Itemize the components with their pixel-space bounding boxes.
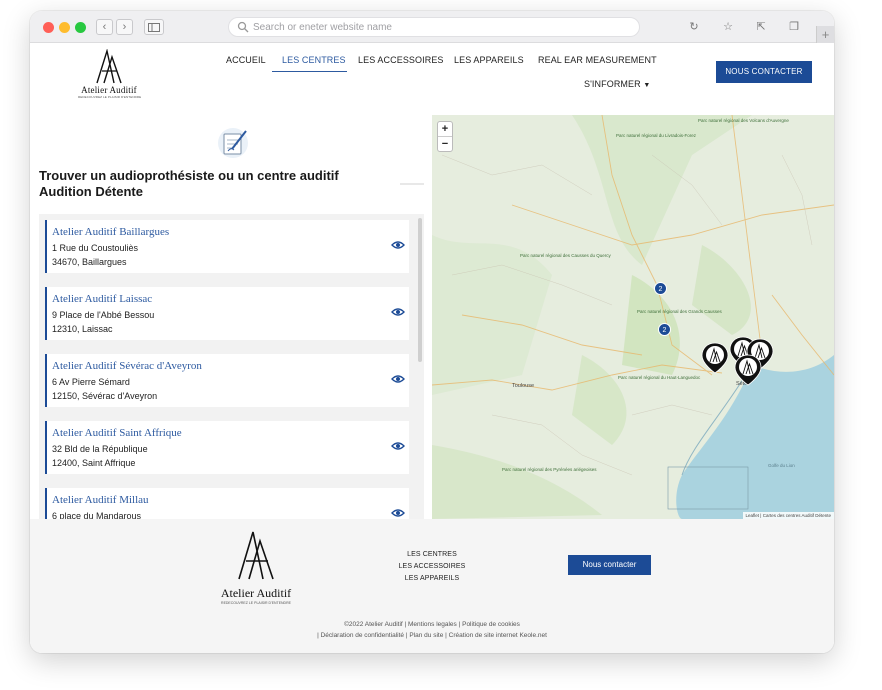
map-label: Parc naturel régional du Livradois-Forez [616,133,697,138]
footer-logo[interactable]: Atelier Auditif REDECOUVREZ LE PLAISIR D… [208,529,304,605]
site-logo[interactable]: Atelier Auditif REDECOUVREZ LE PLAISIR D… [78,49,142,101]
nav-sinformer-label: S'INFORMER [584,79,641,89]
centers-map[interactable]: + − Parc naturel régional des Volcans d'… [432,115,834,519]
tabs-icon[interactable]: ❐ [786,19,802,35]
close-window-button[interactable] [43,22,54,33]
reload-icon[interactable]: ↻ [686,19,702,35]
sitemap-link[interactable]: Plan du site [409,632,443,639]
nav-les-centres[interactable]: LES CENTRES [282,55,346,65]
center-name[interactable]: Atelier Auditif Baillargues [52,226,169,238]
brand-tagline: REDECOUVREZ LE PLAISIR D'ENTENDRE [78,95,142,99]
view-on-map-eye-icon[interactable] [391,307,405,317]
center-name[interactable]: Atelier Auditif Sévérac d'Aveyron [52,360,202,372]
center-name[interactable]: Atelier Auditif Millau [52,494,149,506]
back-icon[interactable]: ‹ [96,19,113,35]
credits-link[interactable]: Création de site internet Keole.net [449,632,547,639]
browser-toolbar: ‹ › ↻ ☆ ⇱ ❐ + [30,11,834,43]
map-label: Parc naturel régional du Haut-Languedoc [618,375,701,380]
address-bar[interactable] [228,17,640,37]
view-on-map-eye-icon[interactable] [391,508,405,518]
share-icon[interactable]: ⇱ [753,19,769,35]
note-writing-icon [218,128,248,158]
center-city: 12400, Saint Affrique [52,458,136,468]
browser-window: ‹ › ↻ ☆ ⇱ ❐ + Atelier Auditif REDECOUVRE… [30,11,834,653]
center-street: 6 Av Pierre Sémard [52,377,130,387]
zoom-control: + − [437,121,453,152]
footer-link-accessoires[interactable]: LES ACCESSOIRES [390,561,474,573]
zoom-in-button[interactable]: + [438,122,452,136]
forward-icon[interactable]: › [116,19,133,35]
privacy-link[interactable]: Déclaration de confidentialité [321,632,404,639]
map-label: Parc naturel régional des Pyrénées ariég… [502,467,597,472]
site-footer: Atelier Auditif REDECOUVREZ LE PLAISIR D… [30,519,834,653]
logo-mark-icon [238,531,274,580]
website: Atelier Auditif REDECOUVREZ LE PLAISIR D… [30,43,834,653]
footer-link-centres[interactable]: LES CENTRES [390,549,474,561]
center-street: 9 Place de l'Abbé Bessou [52,310,155,320]
active-nav-underline [272,71,347,72]
nav-sinformer[interactable]: S'INFORMER ▼ [584,79,650,89]
divider [400,183,424,185]
contact-button[interactable]: NOUS CONTACTER [716,61,812,83]
bookmark-icon[interactable]: ☆ [720,19,736,35]
legal-mentions-link[interactable]: Mentions legales [408,621,457,628]
view-on-map-eye-icon[interactable] [391,240,405,250]
nav-les-appareils[interactable]: LES APPAREILS [454,55,524,65]
list-scrollbar[interactable] [418,218,422,362]
address-input[interactable] [253,20,623,35]
footer-brand-tagline: REDECOUVREZ LE PLAISIR D'ENTENDRE [221,601,291,605]
search-icon [237,21,249,33]
copyright-text: ©2022 Atelier Auditif [344,621,403,628]
brand-name: Atelier Auditif [81,85,137,95]
center-finder: Trouver un audioprothésiste ou un centre… [30,115,432,519]
map-tiles [432,115,834,519]
minimize-window-button[interactable] [59,22,70,33]
sidebar-icon[interactable] [144,19,164,35]
center-list[interactable]: Atelier Auditif Baillargues 1 Rue du Cou… [39,214,424,519]
footer-links: LES CENTRES LES ACCESSOIRES LES APPAREIL… [390,549,474,585]
new-tab-icon[interactable]: + [816,26,834,43]
center-card[interactable]: Atelier Auditif Laissac 9 Place de l'Abb… [45,287,409,340]
view-on-map-eye-icon[interactable] [391,441,405,451]
center-street: 6 place du Mandarous [52,511,142,519]
map-cluster-marker[interactable]: 2 [658,323,671,336]
nav-real-ear-measurement[interactable]: REAL EAR MEASUREMENT [538,55,657,65]
center-card[interactable]: Atelier Auditif Baillargues 1 Rue du Cou… [45,220,409,273]
map-pin-icon[interactable] [701,342,729,374]
center-name[interactable]: Atelier Auditif Saint Affrique [52,427,182,439]
center-city: 12150, Sévérac d'Aveyron [52,391,158,401]
map-cluster-marker[interactable]: 2 [654,282,667,295]
map-label: Golfe du Lion [768,463,795,468]
finder-title-line2: Audition Détente [39,184,143,199]
nav-accueil[interactable]: ACCUEIL [226,55,266,65]
center-card[interactable]: Atelier Auditif Sévérac d'Aveyron 6 Av P… [45,354,409,407]
footer-contact-button[interactable]: Nous contacter [568,555,651,575]
maximize-window-button[interactable] [75,22,86,33]
center-pins [701,336,774,386]
map-label: Parc naturel régional des Causses du Que… [520,253,611,258]
caret-down-icon: ▼ [643,82,651,89]
center-card[interactable]: Atelier Auditif Millau 6 place du Mandar… [45,488,409,519]
zoom-out-button[interactable]: − [438,136,452,150]
map-city-label: Toulouse [512,383,535,389]
finder-title: Trouver un audioprothésiste ou un centre… [39,168,359,200]
view-on-map-eye-icon[interactable] [391,374,405,384]
map-label: Parc naturel régional des Grands Causses [637,309,722,314]
center-city: 34670, Baillargues [52,257,127,267]
center-name[interactable]: Atelier Auditif Laissac [52,293,152,305]
footer-link-appareils[interactable]: LES APPAREILS [390,573,474,585]
center-street: 1 Rue du Coustouliès [52,243,139,253]
center-city: 12310, Laissac [52,324,113,334]
center-card[interactable]: Atelier Auditif Saint Affrique 32 Bld de… [45,421,409,474]
legal-links: ©2022 Atelier Auditif | Mentions legales… [317,621,547,639]
map-pin-icon[interactable] [734,354,762,386]
nav-les-accessoires[interactable]: LES ACCESSOIRES [358,55,444,65]
map-label: Parc naturel régional des Volcans d'Auve… [698,118,789,123]
finder-title-line1: Trouver un audioprothésiste ou un centre… [39,168,339,183]
map-attribution[interactable]: Leaflet | Cartes des centres Auditif Dét… [742,512,834,519]
footer-brand-name: Atelier Auditif [220,586,292,600]
logo-mark-icon [96,49,122,84]
center-street: 32 Bld de la République [52,444,148,454]
cookie-policy-link[interactable]: Politique de cookies [462,621,520,628]
